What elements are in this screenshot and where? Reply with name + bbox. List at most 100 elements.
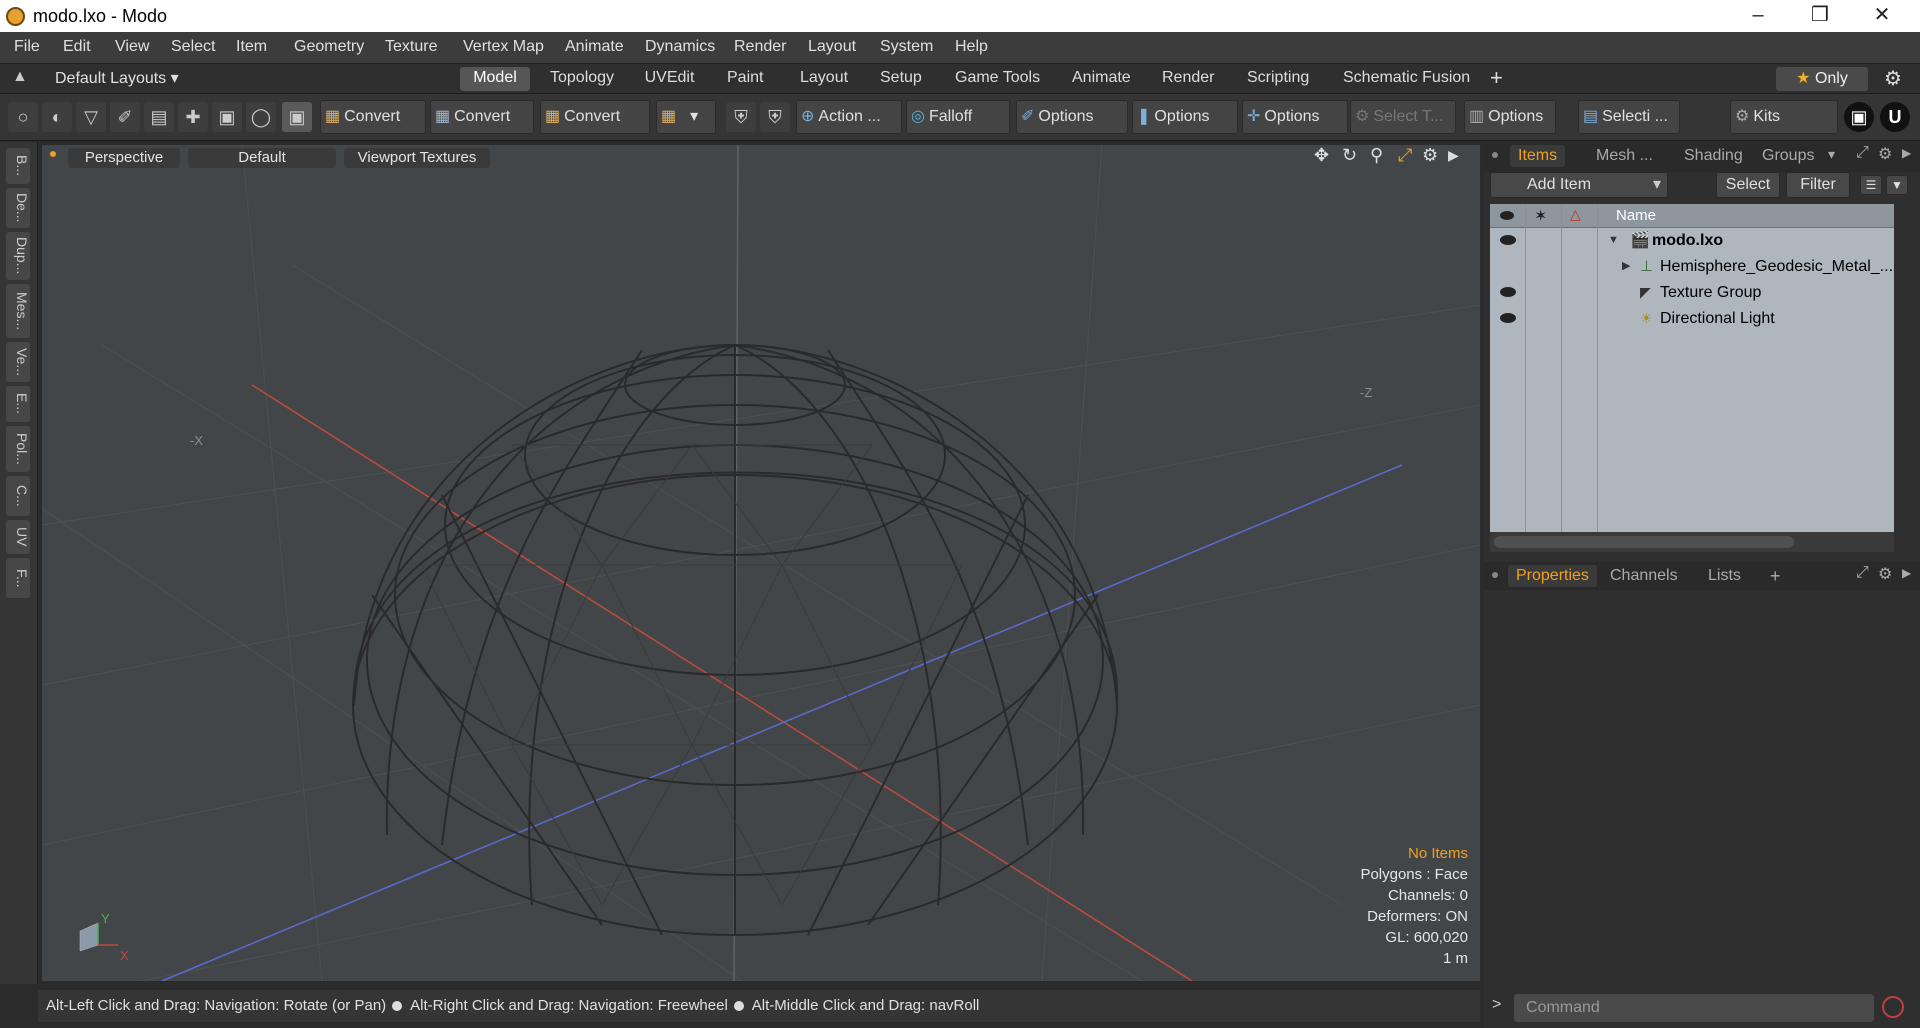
scrollbar-thumb[interactable] <box>1494 536 1794 548</box>
record-icon[interactable] <box>1882 996 1904 1018</box>
tab-model[interactable]: Model <box>460 67 530 91</box>
menu-help[interactable]: Help <box>955 38 988 56</box>
panel-expand-arrow-icon[interactable]: ▶ <box>1902 566 1911 580</box>
layouts-dropdown[interactable]: Default Layouts ▾ <box>55 68 179 88</box>
command-input[interactable]: Command <box>1514 994 1874 1022</box>
action-center-button[interactable]: ⊕ Action ... <box>796 100 902 134</box>
left-tab-fusion[interactable]: F... <box>6 558 30 598</box>
options-button-1[interactable]: ✐ Options <box>1016 100 1128 134</box>
axis-header-icon[interactable]: △ <box>1570 206 1581 223</box>
maximize-viewport-icon[interactable]: ⤢ <box>1398 145 1412 166</box>
gear-icon[interactable]: ⚙ <box>1884 66 1902 91</box>
rotate-icon[interactable]: ↻ <box>1342 145 1357 166</box>
add-item-button[interactable]: Add Item ▾ <box>1490 172 1668 198</box>
expand-triangle-icon[interactable]: ▶ <box>1622 254 1630 279</box>
tab-uvedit[interactable]: UVEdit <box>632 67 707 91</box>
close-button[interactable]: ✕ <box>1851 0 1913 32</box>
tab-groups[interactable]: Groups <box>1762 145 1814 167</box>
left-tab-basic[interactable]: B... <box>6 148 30 184</box>
menu-vertex-map[interactable]: Vertex Map <box>463 38 544 56</box>
selection-sets-button[interactable]: ▤ Selecti ... <box>1578 100 1680 134</box>
perspective-dropdown[interactable]: Perspective <box>68 148 180 168</box>
menu-texture[interactable]: Texture <box>385 38 437 56</box>
viewport-menu-dot[interactable] <box>50 151 56 157</box>
tab-setup[interactable]: Setup <box>870 67 930 91</box>
edge-select-icon[interactable]: ◐ <box>42 102 72 132</box>
left-tab-uv[interactable]: UV <box>6 520 30 554</box>
viewport-expand-icon[interactable]: ▶ <box>1448 147 1459 164</box>
visibility-eye-icon[interactable] <box>1500 287 1516 297</box>
panel-gear-icon[interactable]: ⚙ <box>1878 564 1892 584</box>
name-column-header[interactable]: Name <box>1616 207 1656 224</box>
center-mode-icon[interactable]: ▣ <box>212 102 242 132</box>
only-toggle[interactable]: ★ Only <box>1776 67 1868 91</box>
visibility-eye-icon[interactable] <box>1500 313 1516 323</box>
tab-items[interactable]: Items <box>1510 145 1566 167</box>
kits-button[interactable]: ⚙ Kits <box>1730 100 1838 134</box>
maximize-button[interactable]: ❒ <box>1789 0 1851 32</box>
menu-layout[interactable]: Layout <box>808 38 856 56</box>
viewport-textures-dropdown[interactable]: Viewport Textures <box>344 148 490 168</box>
menu-view[interactable]: View <box>115 38 149 56</box>
filter-button[interactable]: Filter <box>1786 172 1850 198</box>
add-tab-button[interactable]: + <box>1490 65 1503 91</box>
vertex-select-icon[interactable]: ○ <box>8 102 38 132</box>
tab-render[interactable]: Render <box>1152 67 1222 91</box>
filter-funnel-icon[interactable]: ▼ <box>1886 175 1908 195</box>
left-tab-curve[interactable]: C... <box>6 476 30 516</box>
tab-lists[interactable]: Lists <box>1708 565 1741 587</box>
snapping-dropdown[interactable]: ▦ ▾ <box>656 100 716 134</box>
polygon-select-icon[interactable]: ▽ <box>76 102 106 132</box>
tab-animate[interactable]: Animate <box>1062 67 1137 91</box>
collapse-triangle-icon[interactable]: ▼ <box>1608 228 1619 253</box>
convert-button-2[interactable]: ▦ Convert <box>430 100 534 134</box>
options-button-3[interactable]: ✛ Options <box>1242 100 1348 134</box>
menu-render[interactable]: Render <box>734 38 786 56</box>
tab-game-tools[interactable]: Game Tools <box>945 67 1045 91</box>
panel-menu-dot[interactable] <box>1492 152 1498 158</box>
pan-icon[interactable]: ✥ <box>1314 145 1329 166</box>
expand-panel-icon[interactable]: ⤢ <box>1856 564 1869 582</box>
menu-system[interactable]: System <box>880 38 933 56</box>
left-tab-duplicate[interactable]: Dup... <box>6 232 30 280</box>
zoom-icon[interactable]: ⚲ <box>1370 145 1383 166</box>
select-through-button[interactable]: ⚙ Select T... <box>1350 100 1456 134</box>
menu-item[interactable]: Item <box>236 38 267 56</box>
item-mode-icon[interactable]: ▤ <box>144 102 174 132</box>
tabs-overflow-icon[interactable]: ▾ <box>1828 146 1835 163</box>
falloff-button[interactable]: ◎ Falloff <box>906 100 1010 134</box>
horizontal-scrollbar[interactable] <box>1490 532 1894 552</box>
menu-file[interactable]: File <box>14 38 40 56</box>
unreal-icon[interactable]: U <box>1880 102 1910 132</box>
options-button-4[interactable]: ▥ Options <box>1464 100 1556 134</box>
panel-menu-dot[interactable] <box>1492 572 1498 578</box>
left-tab-deform[interactable]: De... <box>6 188 30 228</box>
3d-viewport[interactable]: -X -Z Y X No Items Polygons : Face Chann… <box>42 145 1480 981</box>
list-options-icon[interactable]: ☰ <box>1860 175 1882 195</box>
tab-mesh[interactable]: Mesh ... <box>1596 145 1653 167</box>
tab-topology[interactable]: Topology <box>540 67 620 91</box>
tab-scripting[interactable]: Scripting <box>1237 67 1317 91</box>
visibility-header-icon[interactable] <box>1500 211 1514 220</box>
unity-icon[interactable]: ▣ <box>1844 102 1874 132</box>
left-tab-vertex[interactable]: Ve... <box>6 342 30 382</box>
menu-select[interactable]: Select <box>171 38 215 56</box>
pen-tool-icon[interactable]: ✐ <box>110 102 140 132</box>
minimize-button[interactable]: – <box>1727 0 1789 32</box>
item-list[interactable]: ✶ △ Name ▼ 🎬 modo.lxo ▶ ⊥ Hemisphere_Geo… <box>1490 204 1894 532</box>
tab-paint[interactable]: Paint <box>717 67 772 91</box>
menu-edit[interactable]: Edit <box>63 38 91 56</box>
tab-properties[interactable]: Properties <box>1508 565 1597 587</box>
item-row-hemisphere[interactable]: ▶ ⊥ Hemisphere_Geodesic_Metal_... <box>1490 254 1894 279</box>
workplane-shield-icon[interactable]: ⛨ <box>760 102 790 132</box>
lock-header-icon[interactable]: ✶ <box>1534 206 1547 226</box>
item-row-modo-lxo[interactable]: ▼ 🎬 modo.lxo <box>1490 228 1894 253</box>
menu-geometry[interactable]: Geometry <box>294 38 364 56</box>
left-tab-edge[interactable]: E... <box>6 386 30 422</box>
panel-expand-arrow-icon[interactable]: ▶ <box>1902 146 1911 160</box>
tab-shading[interactable]: Shading <box>1684 145 1743 167</box>
material-mode-icon[interactable]: ◯ <box>246 102 276 132</box>
select-button[interactable]: Select <box>1716 172 1780 198</box>
tab-layout[interactable]: Layout <box>790 67 855 91</box>
item-row-directional-light[interactable]: ☀ Directional Light <box>1490 306 1894 331</box>
